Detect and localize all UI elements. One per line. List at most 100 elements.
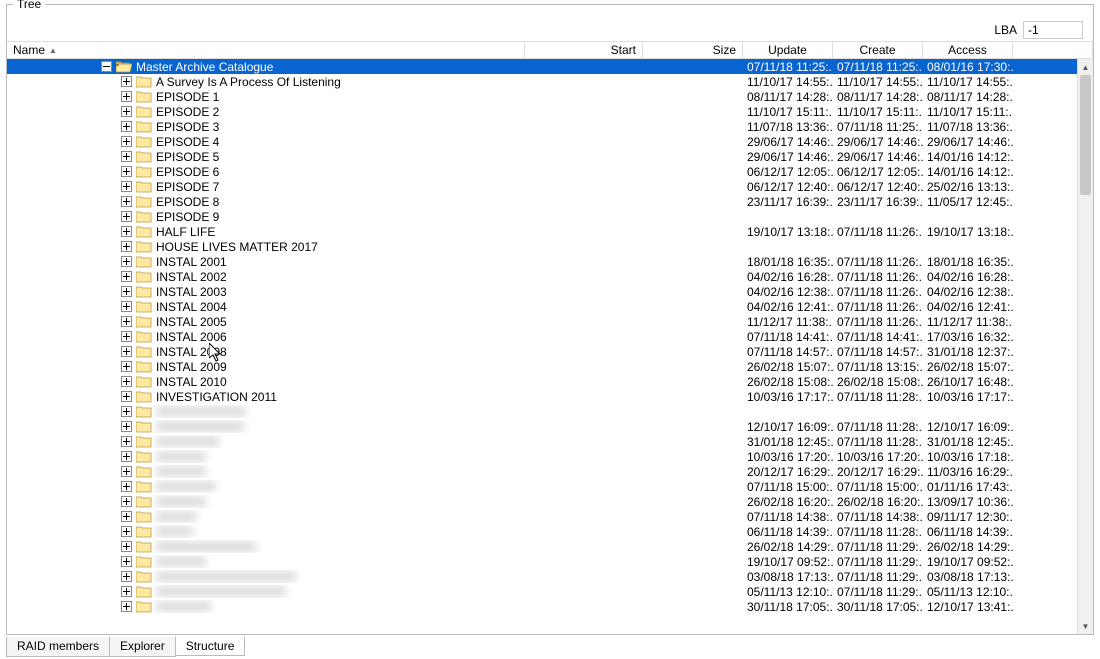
tree-row[interactable]: INSTAL 201026/02/18 15:08:...26/02/18 15… xyxy=(7,374,1093,389)
row-label: INSTAL 2005 xyxy=(156,315,227,329)
scroll-down-icon[interactable]: ▼ xyxy=(1078,618,1093,634)
scroll-thumb[interactable] xyxy=(1080,75,1091,195)
folder-icon xyxy=(136,90,152,103)
expand-toggle[interactable] xyxy=(121,451,132,462)
tab-raid-members[interactable]: RAID members xyxy=(6,637,110,657)
tree-row[interactable]: INSTAL 200404/02/16 12:41:...07/11/18 11… xyxy=(7,299,1093,314)
column-header-size[interactable]: Size xyxy=(643,41,743,59)
tree-row[interactable]: INSTAL 200807/11/18 14:57:...07/11/18 14… xyxy=(7,344,1093,359)
tree-row[interactable]: XXXXX26/02/18 14:29:...07/11/18 11:29:..… xyxy=(7,539,1093,554)
tree-row[interactable]: XXXXX31/01/18 12:45:...07/11/18 11:28:..… xyxy=(7,434,1093,449)
tab-structure[interactable]: Structure xyxy=(175,636,246,656)
expand-toggle[interactable] xyxy=(121,586,132,597)
tree-row[interactable]: EPISODE 823/11/17 16:39:...23/11/17 16:3… xyxy=(7,194,1093,209)
tree-row[interactable]: XXXXX05/11/13 12:10:...07/11/18 11:29:..… xyxy=(7,584,1093,599)
expand-toggle[interactable] xyxy=(121,421,132,432)
expand-toggle[interactable] xyxy=(121,136,132,147)
expand-toggle[interactable] xyxy=(121,286,132,297)
expand-toggle[interactable] xyxy=(121,166,132,177)
expand-toggle[interactable] xyxy=(121,316,132,327)
expand-toggle[interactable] xyxy=(121,496,132,507)
tree-row[interactable]: INSTAL 200607/11/18 14:41:...07/11/18 14… xyxy=(7,329,1093,344)
tree-row[interactable]: XXXXX30/11/18 17:05:...30/11/18 17:05:..… xyxy=(7,599,1093,614)
tree-row[interactable]: INVESTIGATION 201110/03/16 17:17:...07/1… xyxy=(7,389,1093,404)
expand-toggle[interactable] xyxy=(121,211,132,222)
column-header-update[interactable]: Update xyxy=(743,41,833,59)
expand-toggle[interactable] xyxy=(121,361,132,372)
expand-toggle[interactable] xyxy=(121,406,132,417)
row-update: 07/11/18 14:57:... xyxy=(743,345,833,359)
column-header-name[interactable]: Name ▲ xyxy=(7,41,525,59)
expand-toggle[interactable] xyxy=(121,376,132,387)
tree-row[interactable]: INSTAL 200511/12/17 11:38:...07/11/18 11… xyxy=(7,314,1093,329)
column-header-rest xyxy=(1013,41,1093,59)
column-header-create[interactable]: Create xyxy=(833,41,923,59)
expand-toggle[interactable] xyxy=(121,106,132,117)
expand-toggle[interactable] xyxy=(121,526,132,537)
tree-row[interactable]: EPISODE 108/11/17 14:28:...08/11/17 14:2… xyxy=(7,89,1093,104)
expand-toggle[interactable] xyxy=(121,601,132,612)
tree-row[interactable]: EPISODE 529/06/17 14:46:...29/06/17 14:4… xyxy=(7,149,1093,164)
tree-row[interactable]: HOUSE LIVES MATTER 2017 xyxy=(7,239,1093,254)
column-header-access[interactable]: Access xyxy=(923,41,1013,59)
tree-row[interactable]: INSTAL 200926/02/18 15:07:...07/11/18 13… xyxy=(7,359,1093,374)
expand-toggle[interactable] xyxy=(121,346,132,357)
tree-row[interactable]: EPISODE 211/10/17 15:11:...11/10/17 15:1… xyxy=(7,104,1093,119)
expand-toggle[interactable] xyxy=(121,301,132,312)
vertical-scrollbar[interactable]: ▲ ▼ xyxy=(1077,59,1093,634)
row-label: Master Archive Catalogue xyxy=(136,60,273,74)
expand-toggle[interactable] xyxy=(121,481,132,492)
expand-toggle[interactable] xyxy=(121,121,132,132)
tab-explorer[interactable]: Explorer xyxy=(109,637,176,657)
row-access: 10/03/16 17:17:... xyxy=(923,390,1013,404)
expand-toggle[interactable] xyxy=(121,76,132,87)
row-access: 31/01/18 12:45:... xyxy=(923,435,1013,449)
row-update: 12/10/17 16:09:... xyxy=(743,420,833,434)
collapse-toggle[interactable] xyxy=(101,61,112,72)
tree-row[interactable]: EPISODE 9 xyxy=(7,209,1093,224)
tree-row[interactable]: XXXXX06/11/18 14:39:...07/11/18 11:28:..… xyxy=(7,524,1093,539)
row-update: 07/11/18 15:00:... xyxy=(743,480,833,494)
expand-toggle[interactable] xyxy=(121,226,132,237)
tree-row[interactable]: INSTAL 200204/02/16 16:28:...07/11/18 11… xyxy=(7,269,1093,284)
tree-row[interactable]: XXXXX20/12/17 16:29:...20/12/17 16:29:..… xyxy=(7,464,1093,479)
tree-row[interactable]: XXXXX10/03/16 17:20:...10/03/16 17:20:..… xyxy=(7,449,1093,464)
tree-row[interactable]: XXXXX26/02/18 16:20:...26/02/18 16:20:..… xyxy=(7,494,1093,509)
row-update: 26/02/18 15:07:... xyxy=(743,360,833,374)
expand-toggle[interactable] xyxy=(121,571,132,582)
expand-toggle[interactable] xyxy=(121,256,132,267)
tree-row[interactable]: EPISODE 606/12/17 12:05:...06/12/17 12:0… xyxy=(7,164,1093,179)
tree-row[interactable]: INSTAL 200304/02/16 12:38:...07/11/18 11… xyxy=(7,284,1093,299)
tree-row[interactable]: EPISODE 429/06/17 14:46:...29/06/17 14:4… xyxy=(7,134,1093,149)
expand-toggle[interactable] xyxy=(121,466,132,477)
tree-row[interactable]: EPISODE 706/12/17 12:40:...06/12/17 12:4… xyxy=(7,179,1093,194)
tree-row[interactable]: A Survey Is A Process Of Listening11/10/… xyxy=(7,74,1093,89)
expand-toggle[interactable] xyxy=(121,331,132,342)
expand-toggle[interactable] xyxy=(121,241,132,252)
tree-row-root[interactable]: Master Archive Catalogue 07/11/18 11:25:.… xyxy=(7,59,1093,74)
expand-toggle[interactable] xyxy=(121,436,132,447)
lba-input[interactable]: -1 xyxy=(1023,21,1083,39)
tree-row[interactable]: XXXXX12/10/17 16:09:...07/11/18 11:28:..… xyxy=(7,419,1093,434)
tree-row[interactable]: XXXXX03/08/18 17:13:...07/11/18 11:29:..… xyxy=(7,569,1093,584)
expand-toggle[interactable] xyxy=(121,556,132,567)
folder-icon xyxy=(136,555,152,568)
tree-row[interactable]: HALF LIFE19/10/17 13:18:...07/11/18 11:2… xyxy=(7,224,1093,239)
tree-row[interactable]: INSTAL 200118/01/18 16:35:...07/11/18 11… xyxy=(7,254,1093,269)
expand-toggle[interactable] xyxy=(121,391,132,402)
row-update: 07/11/18 11:25:... xyxy=(743,60,833,74)
expand-toggle[interactable] xyxy=(121,196,132,207)
expand-toggle[interactable] xyxy=(121,541,132,552)
tree-row[interactable]: EPISODE 311/07/18 13:36:...07/11/18 11:2… xyxy=(7,119,1093,134)
tree-row[interactable]: XXXXX07/11/18 14:38:...07/11/18 14:38:..… xyxy=(7,509,1093,524)
scroll-up-icon[interactable]: ▲ xyxy=(1078,59,1093,75)
expand-toggle[interactable] xyxy=(121,511,132,522)
expand-toggle[interactable] xyxy=(121,91,132,102)
expand-toggle[interactable] xyxy=(121,151,132,162)
tree-row[interactable]: XXXXX07/11/18 15:00:...07/11/18 15:00:..… xyxy=(7,479,1093,494)
expand-toggle[interactable] xyxy=(121,181,132,192)
tree-row[interactable]: XXXXX19/10/17 09:52:...07/11/18 11:29:..… xyxy=(7,554,1093,569)
expand-toggle[interactable] xyxy=(121,271,132,282)
tree-row[interactable]: XXXXX xyxy=(7,404,1093,419)
column-header-start[interactable]: Start xyxy=(525,41,643,59)
